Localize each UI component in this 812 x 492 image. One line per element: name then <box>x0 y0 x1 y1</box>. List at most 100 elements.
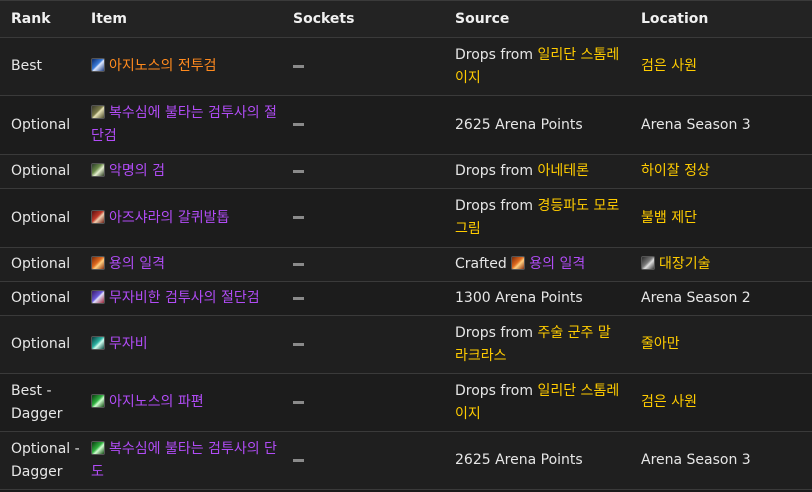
table-row: Optional 복수심에 불타는 검투사의 절단검 2625 Arena Poin… <box>0 96 812 155</box>
table-row: Optional - Dagger 복수심에 불타는 검투사의 단도 2625 Ar… <box>0 432 812 490</box>
blade-icon <box>91 105 105 119</box>
rank-cell: Optional <box>11 209 71 226</box>
green-dagger-icon <box>91 394 105 408</box>
item-cell: 복수심에 불타는 검투사의 절단검 <box>80 102 282 148</box>
empty-dash-icon <box>293 123 304 126</box>
item-link[interactable]: 아지노스의 전투검 <box>109 58 217 74</box>
location-cell: 검은 사원 <box>630 391 812 414</box>
location-link[interactable]: 대장기술 <box>659 256 711 272</box>
gear-icon <box>641 256 655 270</box>
source-cell: Crafted 용의 일격 <box>444 253 630 276</box>
table-row: Optional 무자비한 검투사의 절단검 1300 Arena Points Ar… <box>0 282 812 316</box>
source-cell: Drops from 일리단 스톰레이지 <box>444 44 630 90</box>
location-cell: 줄아만 <box>630 333 812 356</box>
item-link[interactable]: 악명의 검 <box>109 163 165 179</box>
item-link[interactable]: 용의 일격 <box>109 256 165 272</box>
source-cell: Drops from 일리단 스톰레이지 <box>444 380 630 426</box>
header-source[interactable]: Source <box>444 8 630 31</box>
source-prefix: 1300 Arena Points <box>455 290 583 306</box>
empty-dash-icon <box>293 169 304 173</box>
green-dagger-icon <box>91 440 105 455</box>
table-row: Optional 용의 일격 Crafted 용의 일격 대장기술 <box>0 248 812 282</box>
wing-sword-icon <box>91 163 105 177</box>
location-link[interactable]: 검은 사원 <box>641 394 697 410</box>
rank-cell: Optional <box>11 290 71 306</box>
rank-cell: Best - Dagger <box>11 382 63 422</box>
location-link[interactable]: 하이잘 정상 <box>641 163 710 179</box>
rank-cell: Best <box>11 58 43 74</box>
location-text: Arena Season 2 <box>641 290 751 306</box>
source-cell: 2625 Arena Points <box>444 114 630 137</box>
pole-icon <box>91 290 105 304</box>
location-cell: Arena Season 3 <box>630 114 812 137</box>
header-item[interactable]: Item <box>80 8 282 31</box>
source-link[interactable]: 아네테론 <box>537 163 589 179</box>
dragon-icon <box>91 256 105 270</box>
empty-dash-icon <box>293 458 304 462</box>
item-link[interactable]: 무자비한 검투사의 절단검 <box>109 290 260 306</box>
item-link[interactable]: 아지노스의 파편 <box>109 394 204 410</box>
table-row: Best - Dagger 아지노스의 파편 Drops from 일리단 스톰레이… <box>0 374 812 432</box>
source-prefix: Drops from <box>455 382 538 399</box>
sockets-cell <box>282 449 444 472</box>
header-rank[interactable]: Rank <box>0 8 80 31</box>
item-link[interactable]: 아즈샤라의 갈퀴발톱 <box>109 210 229 226</box>
sockets-cell <box>282 333 444 356</box>
sockets-cell <box>282 55 444 78</box>
sockets-cell <box>282 391 444 414</box>
header-sockets[interactable]: Sockets <box>282 8 444 31</box>
empty-dash-icon <box>293 400 304 404</box>
source-prefix: Drops from <box>455 46 538 63</box>
gear-table: Rank Item Sockets Source Location Best 아지… <box>0 0 812 490</box>
item-cell: 아지노스의 파편 <box>80 391 282 414</box>
location-link[interactable]: 검은 사원 <box>641 58 697 74</box>
source-cell: Drops from 주술 군주 말라크라스 <box>444 322 630 368</box>
sockets-cell <box>282 207 444 230</box>
table-row: Best 아지노스의 전투검 Drops from 일리단 스톰레이지 검은 사원 <box>0 38 812 96</box>
item-cell: 용의 일격 <box>80 253 282 276</box>
source-prefix: Drops from <box>455 198 538 214</box>
empty-dash-icon <box>293 296 304 300</box>
item-cell: 무자비한 검투사의 절단검 <box>80 287 282 310</box>
rank-cell: Optional - Dagger <box>11 440 80 480</box>
source-link[interactable]: 용의 일격 <box>529 256 585 272</box>
location-cell: Arena Season 2 <box>630 287 812 310</box>
source-prefix: Crafted <box>455 256 512 272</box>
source-cell: Drops from 경등파도 모로그림 <box>444 195 630 241</box>
location-cell: Arena Season 3 <box>630 449 812 472</box>
item-link[interactable]: 복수심에 불타는 검투사의 절단검 <box>91 105 277 144</box>
source-cell: 1300 Arena Points <box>444 287 630 310</box>
sockets-cell <box>282 287 444 310</box>
item-link[interactable]: 무자비 <box>109 336 148 352</box>
table-header: Rank Item Sockets Source Location <box>0 1 812 38</box>
source-cell: 2625 Arena Points <box>444 449 630 472</box>
rank-cell: Optional <box>11 163 71 179</box>
empty-dash-icon <box>293 216 304 219</box>
item-cell: 악명의 검 <box>80 160 282 183</box>
empty-dash-icon <box>293 64 304 68</box>
table-row: Optional 악명의 검 Drops from 아네테론 하이잘 정상 <box>0 155 812 189</box>
source-prefix: Drops from <box>455 324 538 341</box>
sword-icon <box>91 58 105 72</box>
sockets-cell <box>282 253 444 276</box>
source-prefix: 2625 Arena Points <box>455 116 583 133</box>
location-cell: 검은 사원 <box>630 55 812 78</box>
header-location[interactable]: Location <box>630 8 812 31</box>
dragon-icon <box>511 256 526 270</box>
claw-icon <box>91 209 105 224</box>
source-prefix: Drops from <box>455 163 538 179</box>
sockets-cell <box>282 160 444 183</box>
item-cell: 아즈샤라의 갈퀴발톱 <box>80 207 282 230</box>
location-text: Arena Season 3 <box>641 452 751 468</box>
rank-cell: Optional <box>11 336 71 352</box>
rank-cell: Optional <box>11 116 71 133</box>
sockets-cell <box>282 114 444 137</box>
location-link[interactable]: 줄아만 <box>641 336 680 352</box>
table-row: Optional 무자비 Drops from 주술 군주 말라크라스 줄아만 <box>0 316 812 374</box>
item-link[interactable]: 복수심에 불타는 검투사의 단도 <box>91 441 277 480</box>
source-prefix: 2625 Arena Points <box>455 452 583 468</box>
location-link[interactable]: 불뱀 제단 <box>641 210 697 226</box>
location-cell: 대장기술 <box>630 253 812 276</box>
empty-dash-icon <box>293 262 304 266</box>
empty-dash-icon <box>293 342 304 346</box>
